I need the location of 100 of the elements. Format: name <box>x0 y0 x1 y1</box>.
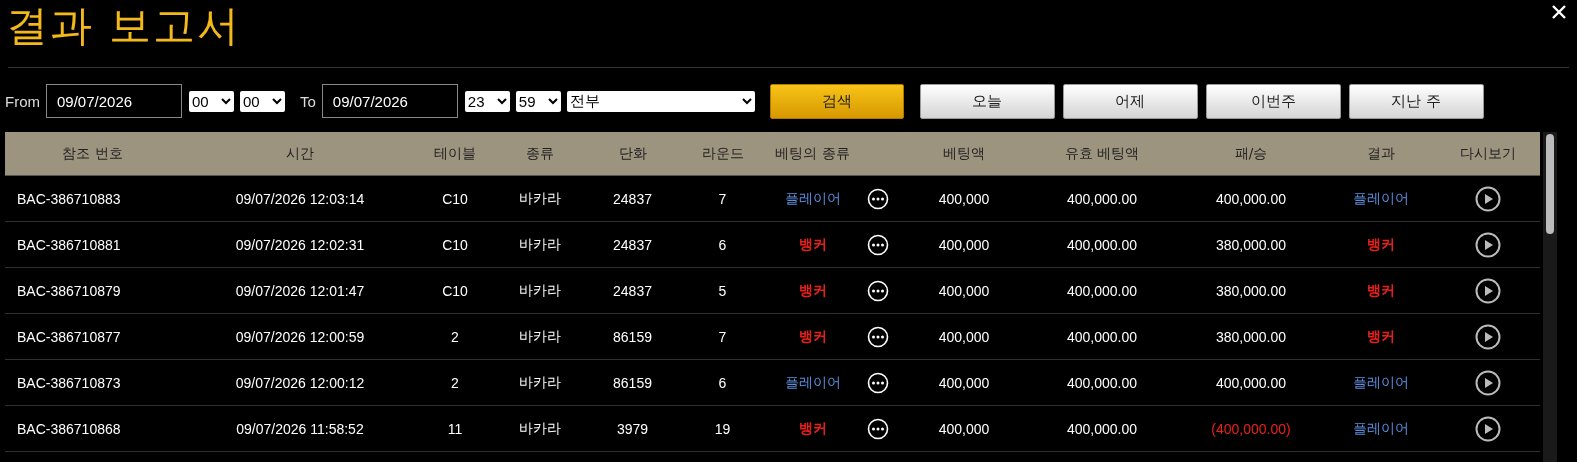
chevron-down-icon <box>221 97 231 105</box>
table-cell-text: 400,000.00 <box>1065 236 1139 253</box>
chevron-down-icon <box>741 97 752 105</box>
table-cell: 플레이어 <box>1353 373 1409 392</box>
table-cell-text: 400,000.00 <box>1065 374 1139 391</box>
table-cell: 플레이어 <box>1353 419 1409 438</box>
table-cell: 400,000.00 <box>1215 374 1287 391</box>
column-header: 다시보기 <box>1459 144 1517 163</box>
date-range-button[interactable]: 어제 <box>1062 83 1198 119</box>
to-date-field[interactable]: 09/07/2026 <box>321 84 458 118</box>
table-cell-text: BAC-386710883 <box>16 190 122 207</box>
table-cell: 뱅커 <box>1367 327 1395 346</box>
table-cell-text: BAC-386710868 <box>16 420 122 437</box>
table-cell: 380,000.00 <box>1215 328 1287 345</box>
column-header: 베팅의 종류 <box>774 144 851 163</box>
minute-select[interactable]: 00 <box>240 90 285 112</box>
table-cell-text: 09/07/2026 12:00:12 <box>234 374 366 391</box>
table-cell: 뱅커 <box>798 281 827 300</box>
close-icon[interactable] <box>1551 4 1567 20</box>
table-cell-text: 400,000 <box>937 328 991 345</box>
play-icon[interactable] <box>1475 415 1501 442</box>
column-header: 베팅액 <box>942 144 986 163</box>
column-header: 시간 <box>285 144 315 163</box>
table-cell: 뱅커 <box>1367 281 1395 300</box>
table-cell-text: 400,000.00 <box>1065 282 1139 299</box>
table-cell-text: 7 <box>717 328 728 345</box>
table-cell-text: 11 <box>446 420 464 437</box>
table-cell-text: 400,000 <box>937 236 991 253</box>
play-icon[interactable] <box>1475 185 1501 212</box>
table-cell-text: 2 <box>450 328 460 345</box>
from-label: From <box>5 92 40 110</box>
column-header: 라운드 <box>700 144 745 163</box>
table-cell-text: 86159 <box>612 328 653 345</box>
column-header: 참조 번호 <box>61 144 124 163</box>
table-cell: 플레이어 <box>1353 189 1409 208</box>
search-button[interactable]: 검색 <box>769 83 904 119</box>
hour-select[interactable]: 00 <box>189 90 234 112</box>
table-cell-text: 6 <box>717 374 728 391</box>
minute-select[interactable]: 59 <box>515 90 561 112</box>
more-icon[interactable] <box>866 279 889 302</box>
table-cell-text: BAC-386710879 <box>16 282 122 299</box>
more-icon[interactable] <box>866 325 889 348</box>
table-cell-text: 24837 <box>612 282 653 299</box>
table-cell-text: 6 <box>717 236 728 253</box>
table-cell-text: 2 <box>450 374 460 391</box>
more-icon[interactable] <box>866 233 889 256</box>
table-cell: 뱅커 <box>1367 235 1395 254</box>
table-cell-text: 바카라 <box>518 281 562 300</box>
table-cell-text: BAC-386710881 <box>16 236 122 253</box>
column-header: 단화 <box>617 144 648 163</box>
date-range-button[interactable]: 이번주 <box>1205 83 1341 119</box>
table-cell-text: 바카라 <box>518 327 562 346</box>
column-header: 테이블 <box>433 144 477 163</box>
table-cell-text: 09/07/2026 12:01:47 <box>234 282 366 299</box>
table-cell: (400,000.00) <box>1211 420 1291 437</box>
table-cell-text: 24837 <box>612 236 653 253</box>
table-cell-text: 400,000 <box>937 190 991 207</box>
chevron-down-icon <box>272 97 282 105</box>
table-cell: 380,000.00 <box>1215 282 1287 299</box>
date-range-button[interactable]: 지난 주 <box>1348 83 1484 119</box>
table-cell: 플레이어 <box>784 189 841 208</box>
column-header: 종류 <box>525 144 555 163</box>
table-cell-text: 바카라 <box>518 235 562 254</box>
table-cell-text: 400,000 <box>937 420 991 437</box>
window-title: 결과 보고서 <box>6 0 242 52</box>
table-cell-text: C10 <box>441 190 469 207</box>
column-header: 결과 <box>1366 144 1396 163</box>
table-cell-text: 400,000 <box>937 374 991 391</box>
table-cell-text: C10 <box>441 282 469 299</box>
table-cell: 380,000.00 <box>1215 236 1287 253</box>
table-cell: 뱅커 <box>798 235 827 254</box>
table-cell-text: 400,000.00 <box>1065 420 1139 437</box>
table-cell: 뱅커 <box>798 419 827 438</box>
more-icon[interactable] <box>866 187 889 210</box>
play-icon[interactable] <box>1475 369 1501 396</box>
table-cell: 뱅커 <box>798 327 827 346</box>
from-date-field[interactable]: 09/07/2026 <box>46 84 182 118</box>
table-cell: 400,000.00 <box>1215 190 1287 207</box>
table-cell: 플레이어 <box>784 373 841 392</box>
table-cell-text: 09/07/2026 12:00:59 <box>234 328 366 345</box>
chevron-down-icon <box>496 97 507 105</box>
date-range-button[interactable]: 오늘 <box>919 83 1055 119</box>
play-icon[interactable] <box>1475 277 1501 304</box>
play-icon[interactable] <box>1475 231 1501 258</box>
table-cell-text: 7 <box>717 190 728 207</box>
more-icon[interactable] <box>866 371 889 394</box>
hour-select[interactable]: 23 <box>464 90 510 112</box>
game-type-select[interactable]: 전부 <box>566 90 755 112</box>
column-header: 유효 베팅액 <box>1063 144 1141 163</box>
chevron-down-icon <box>547 97 558 105</box>
table-cell-text: 86159 <box>612 374 653 391</box>
table-cell-text: 5 <box>717 282 728 299</box>
table-cell-text: 바카라 <box>518 419 562 438</box>
more-icon[interactable] <box>866 417 889 440</box>
column-header: 패/승 <box>1233 144 1269 163</box>
scrollbar[interactable] <box>1543 132 1557 462</box>
to-label: To <box>300 92 316 110</box>
table-cell-text: 3979 <box>615 420 650 437</box>
play-icon[interactable] <box>1475 323 1501 350</box>
table-cell-text: 09/07/2026 12:02:31 <box>234 236 366 253</box>
